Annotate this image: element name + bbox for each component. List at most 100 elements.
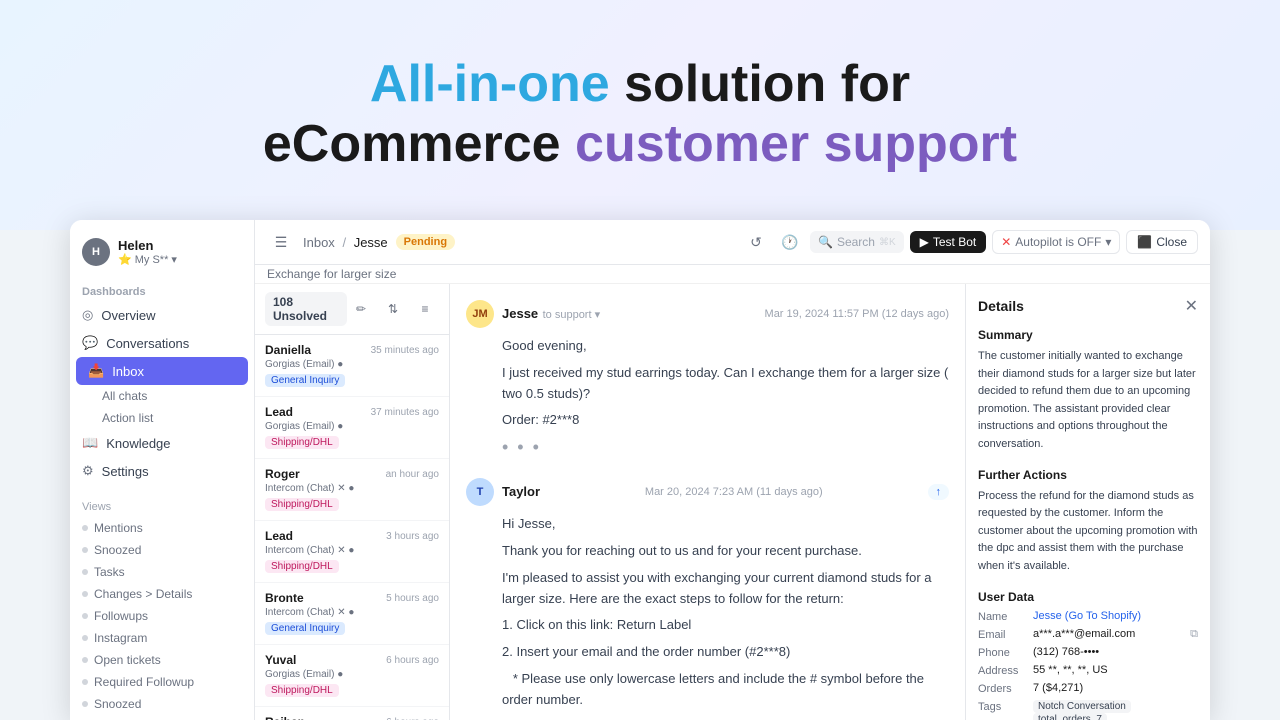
hero-colored2: customer support [575, 115, 1017, 173]
conv-item-source: Gorgias (Email) ● [265, 421, 439, 432]
conv-list-items: Daniella 35 minutes ago Gorgias (Email) … [255, 335, 449, 720]
summary-section: Summary The customer initially wanted to… [978, 328, 1198, 454]
app-window: H Helen ⭐ My S** ▾ Dashboards ◎ Overview… [70, 220, 1210, 720]
msg-text: 3. Follow the steps to print your return… [502, 717, 949, 720]
msg-sender-info: Jesse to support ▾ [502, 305, 600, 323]
sidebar-view-open-tickets[interactable]: Open tickets [70, 649, 254, 671]
address-label: Address [978, 664, 1033, 677]
conv-item-time: 3 hours ago [386, 531, 439, 542]
list-item[interactable]: Bronte 5 hours ago Intercom (Chat) ✕ ● G… [255, 583, 449, 645]
conversation-title: Exchange for larger size [255, 265, 1210, 284]
breadcrumb: Inbox / Jesse [303, 235, 388, 250]
dashboards-label: Dashboards [70, 280, 254, 301]
sidebar-item-knowledge[interactable]: 📖 Knowledge [70, 429, 254, 457]
details-close-button[interactable]: ✕ [1185, 296, 1198, 316]
sidebar-view-tasks[interactable]: Tasks [70, 561, 254, 583]
breadcrumb-sep: / [342, 235, 346, 250]
tags-value: Notch Conversation total_orders_7 [1033, 700, 1198, 720]
sidebar-item-settings[interactable]: ⚙ Settings [70, 457, 254, 485]
sidebar-item-action-list[interactable]: Action list [70, 407, 254, 429]
action-list-label: Action list [102, 411, 153, 425]
header-left: ☰ Inbox / Jesse Pending [267, 228, 455, 256]
user-orders-row: Orders 7 ($4,271) [978, 682, 1198, 695]
avatar: JM [466, 300, 494, 328]
sidebar-view-mentions[interactable]: Mentions [70, 517, 254, 539]
sidebar-view-snoozed2[interactable]: Snoozed [70, 693, 254, 715]
sidebar-item-all-chats[interactable]: All chats [70, 385, 254, 407]
hero-line2: eCommerce customer support [263, 115, 1017, 175]
list-item[interactable]: Roger an hour ago Intercom (Chat) ✕ ● Sh… [255, 459, 449, 521]
filter-button[interactable]: ≡ [411, 295, 439, 323]
list-item[interactable]: Raihan 6 hours ago Gorgias (Email) ● Ret… [255, 707, 449, 720]
dot-icon [82, 613, 88, 619]
content-area: 108 Unsolved ✏ ⇅ ≡ Daniella 35 minutes a… [255, 284, 1210, 720]
list-item[interactable]: Lead 37 minutes ago Gorgias (Email) ● Sh… [255, 397, 449, 459]
view-label: Changes > Details [94, 587, 192, 601]
sidebar-view-followups[interactable]: Followups [70, 605, 254, 627]
conv-item-name: Roger [265, 467, 300, 481]
summary-title: Summary [978, 328, 1198, 342]
conv-item-header: Lead 3 hours ago [265, 529, 439, 543]
email-value: a***.a***@email.com [1033, 628, 1186, 640]
reply-indicator: ↑ [928, 484, 950, 500]
sidebar-view-instagram[interactable]: Instagram [70, 627, 254, 649]
close-button[interactable]: ⬛ Close [1126, 230, 1198, 254]
test-bot-button[interactable]: ▶ Test Bot [910, 231, 987, 253]
conv-item-tag: Shipping/DHL [265, 684, 339, 697]
sidebar-item-label: Settings [102, 464, 149, 479]
copy-icon[interactable]: ⧉ [1190, 628, 1198, 641]
details-header: Details ✕ [978, 296, 1198, 316]
breadcrumb-inbox: Inbox [303, 235, 335, 250]
all-chats-label: All chats [102, 389, 147, 403]
sidebar-view-waiting[interactable]: Waiting on customer [70, 715, 254, 720]
sidebar-view-snoozed[interactable]: Snoozed [70, 539, 254, 561]
list-item[interactable]: Lead 3 hours ago Intercom (Chat) ✕ ● Shi… [255, 521, 449, 583]
list-item[interactable]: Daniella 35 minutes ago Gorgias (Email) … [255, 335, 449, 397]
view-label: Followups [94, 609, 148, 623]
conv-item-header: Bronte 5 hours ago [265, 591, 439, 605]
msg-name: Taylor [502, 484, 540, 499]
sidebar-item-conversations[interactable]: 💬 Conversations [70, 329, 254, 357]
message-block: T Taylor Mar 20, 2024 7:23 AM (11 days a… [466, 478, 949, 720]
conv-item-time: an hour ago [386, 469, 439, 480]
msg-text: Thank you for reaching out to us and for… [502, 541, 949, 562]
username: Helen [118, 238, 177, 253]
sidebar-toggle-button[interactable]: ☰ [267, 228, 295, 256]
sidebar: H Helen ⭐ My S** ▾ Dashboards ◎ Overview… [70, 220, 255, 720]
conv-list-header: 108 Unsolved ✏ ⇅ ≡ [255, 284, 449, 335]
conv-item-time: 6 hours ago [386, 655, 439, 666]
conv-item-time: 5 hours ago [386, 593, 439, 604]
msg-to: to support ▾ [543, 309, 601, 321]
knowledge-icon: 📖 [82, 435, 98, 451]
dot-icon [82, 569, 88, 575]
conv-item-name: Bronte [265, 591, 304, 605]
list-item[interactable]: Yuval 6 hours ago Gorgias (Email) ● Ship… [255, 645, 449, 707]
hero-colored1: All-in-one [370, 55, 610, 113]
conv-item-name: Lead [265, 529, 293, 543]
conv-item-tag: General Inquiry [265, 622, 345, 635]
conv-item-source: Intercom (Chat) ✕ ● [265, 607, 439, 618]
search-box[interactable]: 🔍 Search ⌘K [810, 231, 904, 253]
sidebar-view-changes[interactable]: Changes > Details [70, 583, 254, 605]
header-right: ↺ 🕐 🔍 Search ⌘K ▶ Test Bot ✕ Autopilot i… [742, 228, 1198, 256]
sidebar-view-required-followup[interactable]: Required Followup [70, 671, 254, 693]
conv-item-header: Roger an hour ago [265, 467, 439, 481]
name-value: Jesse (Go To Shopify) [1033, 610, 1198, 622]
compose-button[interactable]: ✏ [347, 295, 375, 323]
sidebar-item-label: Conversations [106, 336, 189, 351]
autopilot-button[interactable]: ✕ Autopilot is OFF ▾ [992, 230, 1120, 254]
close-label: Close [1156, 235, 1187, 249]
history-button[interactable]: 🕐 [776, 228, 804, 256]
sidebar-item-label: Knowledge [106, 436, 170, 451]
sidebar-item-inbox[interactable]: 📥 Inbox [76, 357, 248, 385]
conv-item-header: Daniella 35 minutes ago [265, 343, 439, 357]
dot-icon [82, 679, 88, 685]
conversations-icon: 💬 [82, 335, 98, 351]
sort-button[interactable]: ⇅ [379, 295, 407, 323]
chat-area: JM Jesse to support ▾ Mar 19, 2024 11:57… [450, 284, 965, 720]
sidebar-item-overview[interactable]: ◎ Overview [70, 301, 254, 329]
phone-label: Phone [978, 646, 1033, 659]
refresh-button[interactable]: ↺ [742, 228, 770, 256]
hero-normal2: eCommerce [263, 115, 575, 173]
conv-item-time: 35 minutes ago [371, 345, 439, 356]
